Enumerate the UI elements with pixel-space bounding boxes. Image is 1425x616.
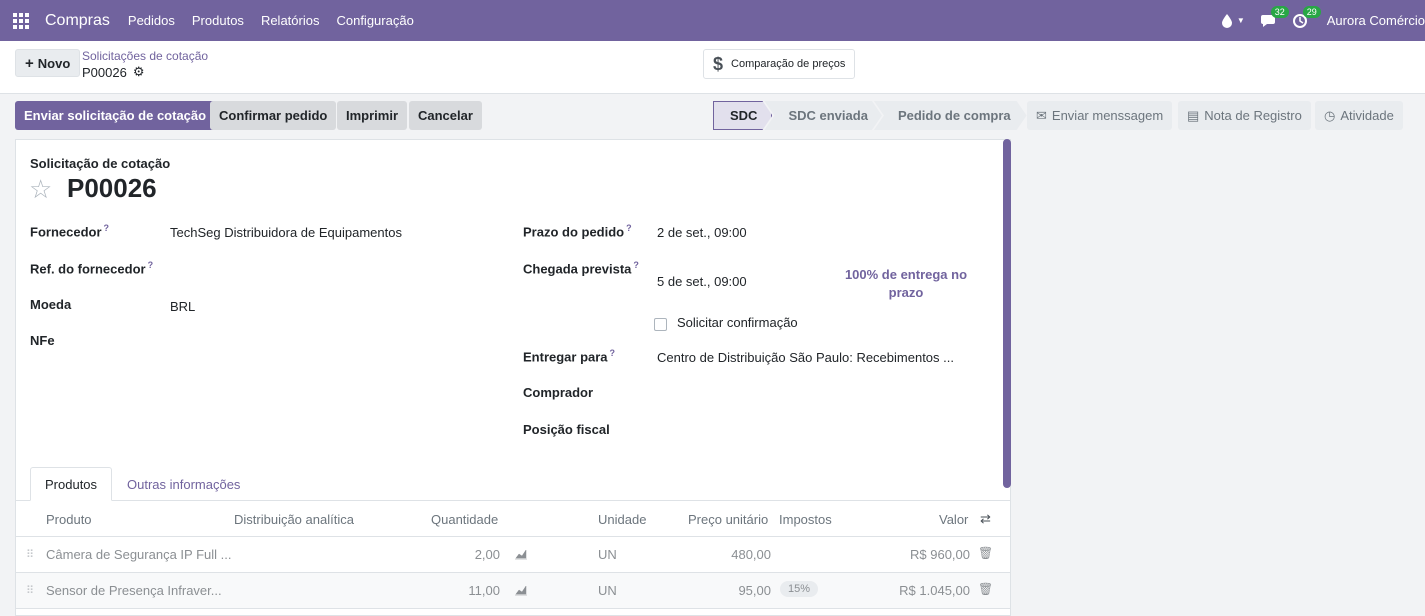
activities-menu[interactable]: 29 xyxy=(1292,5,1321,28)
notebook-tabs: Produtos Outras informações xyxy=(16,467,1010,501)
row-total: R$ 1.045,00 xyxy=(899,583,970,598)
currency-label: Moeda xyxy=(30,297,72,312)
messages-badge: 32 xyxy=(1270,5,1289,18)
activity-button[interactable]: ◷ Atividade xyxy=(1315,101,1403,130)
stage-sdc-sent[interactable]: SDC enviada xyxy=(764,101,881,130)
vendor-label: Fornecedor? xyxy=(30,223,110,240)
send-message-button[interactable]: ✉ Enviar menssagem xyxy=(1027,101,1173,130)
row-price[interactable]: 95,00 xyxy=(676,583,771,598)
row-quantity[interactable]: 11,00 xyxy=(416,583,500,598)
drag-handle-icon[interactable]: ⠿ xyxy=(26,548,34,561)
control-panel: + Novo Solicitações de cotação P00026 ⚙ … xyxy=(0,41,1425,94)
currency-field[interactable]: BRL xyxy=(170,299,195,314)
row-quantity[interactable]: 2,00 xyxy=(416,547,500,562)
stage-sdc[interactable]: SDC xyxy=(713,101,772,130)
row-product[interactable]: Câmera de Segurança IP Full ... xyxy=(46,547,231,562)
row-price[interactable]: 480,00 xyxy=(676,547,771,562)
record-breadcrumb: P00026 ⚙ xyxy=(82,64,144,80)
tab-other-info[interactable]: Outras informações xyxy=(113,467,254,501)
order-deadline-label: Prazo do pedido? xyxy=(523,223,632,240)
table-row[interactable]: ⠿ Câmera de Segurança IP Full ... 2,00 U… xyxy=(16,537,1010,573)
confirm-order-button[interactable]: Confirmar pedido xyxy=(210,101,337,130)
send-rfq-button[interactable]: Enviar solicitação de cotação xyxy=(15,101,216,130)
vendor-field[interactable]: TechSeg Distribuidora de Equipamentos xyxy=(170,225,402,240)
col-total[interactable]: Valor xyxy=(939,512,968,527)
tax-badge[interactable]: 15% xyxy=(780,581,819,597)
sliders-icon[interactable]: ⇄ xyxy=(980,511,991,527)
price-comparison-label: Comparação de preços xyxy=(731,58,846,70)
col-taxes[interactable]: Impostos xyxy=(779,512,832,527)
log-note-button[interactable]: ▤ Nota de Registro xyxy=(1178,101,1311,130)
app-name[interactable]: Compras xyxy=(45,12,110,30)
row-unit[interactable]: UN xyxy=(598,583,617,598)
caret-down-icon: ▼ xyxy=(1236,16,1245,25)
price-comparison-button[interactable]: $ Comparação de preços xyxy=(703,49,856,79)
on-time-delivery: 100% de entrega no prazo xyxy=(844,267,968,300)
order-deadline-field[interactable]: 2 de set., 09:00 xyxy=(657,225,747,240)
trash-icon[interactable]: 🗑 xyxy=(978,582,993,596)
form-subtitle: Solicitação de cotação xyxy=(30,156,171,171)
record-name: P00026 xyxy=(82,64,127,80)
table-row[interactable]: ⠿ Sensor de Presença Infraver... 11,00 U… xyxy=(16,573,1010,609)
drag-handle-icon[interactable]: ⠿ xyxy=(26,584,34,597)
menu-configuracao[interactable]: Configuração xyxy=(336,13,413,28)
print-button[interactable]: Imprimir xyxy=(337,101,408,130)
breadcrumb[interactable]: Solicitações de cotação xyxy=(82,49,208,63)
tab-products[interactable]: Produtos xyxy=(30,467,113,501)
row-total: R$ 960,00 xyxy=(910,547,970,562)
plus-icon: + xyxy=(25,54,34,72)
form-sheet: Solicitação de cotação ☆ P00026 Forneced… xyxy=(15,139,1011,616)
menu-produtos[interactable]: Produtos xyxy=(192,13,244,28)
envelope-icon: ✉ xyxy=(1036,107,1047,123)
new-button[interactable]: + Novo xyxy=(15,49,81,77)
messages-menu[interactable]: 32 xyxy=(1260,5,1289,28)
trash-icon[interactable]: 🗑 xyxy=(978,546,993,560)
ask-confirmation-checkbox[interactable] xyxy=(654,318,667,331)
dollar-icon: $ xyxy=(713,53,724,74)
form-scrollbar[interactable] xyxy=(1003,139,1011,488)
deliver-to-field[interactable]: Centro de Distribuição São Paulo: Recebi… xyxy=(657,350,954,365)
col-analytic[interactable]: Distribuição analítica xyxy=(234,512,354,527)
star-icon[interactable]: ☆ xyxy=(29,174,52,205)
send-message-label: Enviar menssagem xyxy=(1051,108,1164,123)
menu-pedidos[interactable]: Pedidos xyxy=(128,13,175,28)
col-product[interactable]: Produto xyxy=(46,512,92,527)
row-product[interactable]: Sensor de Presença Infraver... xyxy=(46,583,231,598)
user-menu[interactable]: Aurora Comércio xyxy=(1327,13,1425,28)
debug-menu[interactable]: ▼ xyxy=(1221,13,1245,28)
col-unit-price[interactable]: Preço unitário xyxy=(688,512,768,527)
clock-icon: ◷ xyxy=(1324,107,1336,123)
stage-purchase-order[interactable]: Pedido de compra xyxy=(874,101,1027,130)
row-unit[interactable]: UN xyxy=(598,547,617,562)
status-bar: SDC SDC enviada Pedido de compra xyxy=(713,101,1019,130)
cancel-button[interactable]: Cancelar xyxy=(409,101,482,130)
droplet-icon xyxy=(1221,13,1232,28)
col-unit[interactable]: Unidade xyxy=(598,512,646,527)
activities-badge: 29 xyxy=(1302,5,1321,18)
forecast-chart-icon[interactable] xyxy=(514,584,528,596)
forecast-chart-icon[interactable] xyxy=(514,548,528,560)
menu-relatorios[interactable]: Relatórios xyxy=(261,13,320,28)
buyer-label: Comprador xyxy=(523,385,594,400)
top-navbar: Compras Pedidos Produtos Relatórios Conf… xyxy=(0,0,1425,41)
deliver-to-label: Entregar para? xyxy=(523,348,616,365)
ask-confirmation-label: Solicitar confirmação xyxy=(677,315,798,330)
nfe-label: NFe xyxy=(30,333,55,348)
note-icon: ▤ xyxy=(1187,107,1200,123)
expected-arrival-field[interactable]: 5 de set., 09:00 xyxy=(657,274,747,289)
log-note-label: Nota de Registro xyxy=(1204,108,1302,123)
activity-label: Atividade xyxy=(1340,108,1394,123)
vendor-ref-label: Ref. do fornecedor? xyxy=(30,260,154,277)
col-quantity[interactable]: Quantidade xyxy=(431,512,498,527)
table-header: Produto Distribuição analítica Quantidad… xyxy=(16,501,1010,537)
new-button-label: Novo xyxy=(37,55,71,71)
apps-grid-icon[interactable] xyxy=(13,12,29,29)
record-title: P00026 xyxy=(67,173,157,203)
gear-icon[interactable]: ⚙ xyxy=(133,64,145,80)
expected-arrival-label: Chegada prevista? xyxy=(523,260,639,277)
fiscal-position-label: Posição fiscal xyxy=(523,422,610,437)
